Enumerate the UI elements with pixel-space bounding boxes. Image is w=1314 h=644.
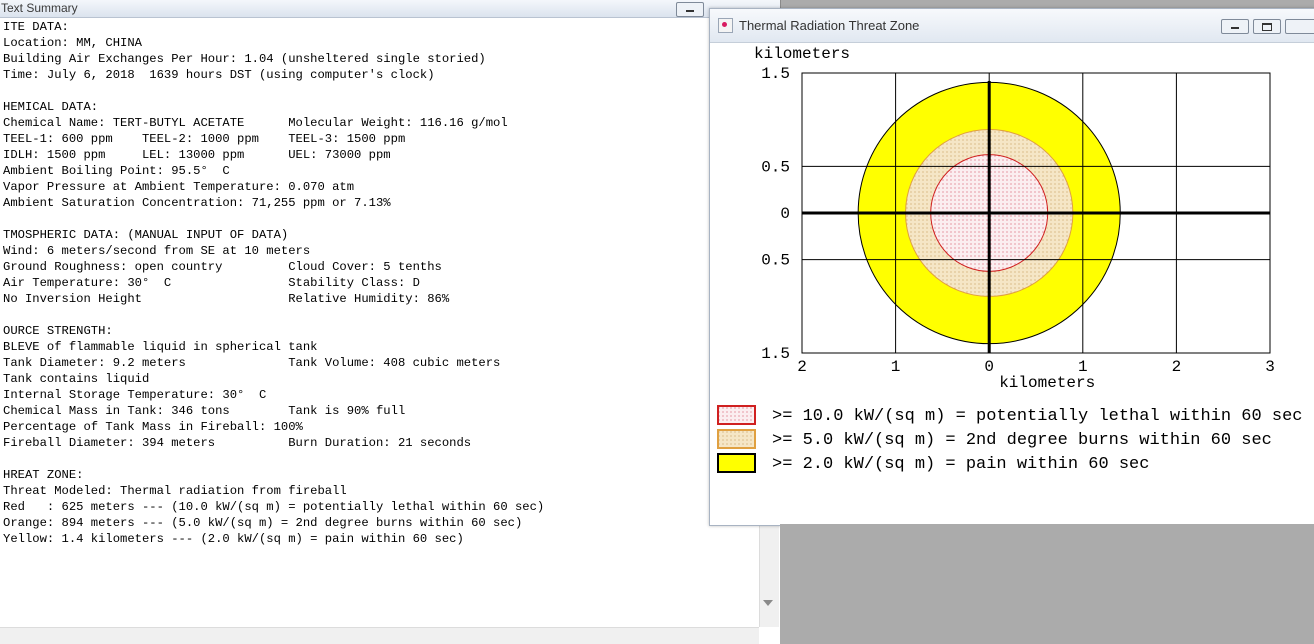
y-tick-label: 0 bbox=[780, 205, 790, 223]
app-icon bbox=[718, 18, 733, 33]
summary-line bbox=[3, 307, 759, 323]
legend-swatch bbox=[717, 405, 756, 425]
text-summary-title: Text Summary bbox=[1, 1, 78, 15]
minimize-button[interactable] bbox=[676, 2, 704, 17]
y-tick-label: 1.5 bbox=[761, 65, 790, 83]
legend-label: >= 2.0 kW/(sq m) = pain within 60 sec bbox=[772, 455, 1149, 474]
summary-line: Internal Storage Temperature: 30° C bbox=[3, 388, 267, 402]
text-summary-window[interactable]: Text Summary ITE DATA: Location: MM, CHIN… bbox=[0, 0, 781, 644]
scroll-down-arrow-icon[interactable] bbox=[763, 600, 773, 606]
summary-line: HREAT ZONE: bbox=[3, 468, 84, 482]
summary-line: BLEVE of flammable liquid in spherical t… bbox=[3, 340, 318, 354]
summary-line: Yellow: 1.4 kilometers --- (2.0 kW/(sq m… bbox=[3, 532, 464, 546]
summary-line: Time: July 6, 2018 1639 hours DST (using… bbox=[3, 68, 435, 82]
y-axis-label: kilometers bbox=[754, 45, 850, 63]
summary-line: Location: MM, CHINA bbox=[3, 36, 142, 50]
y-tick-label: 1.5 bbox=[761, 345, 790, 363]
x-tick-label: 1 bbox=[891, 358, 901, 376]
summary-line: Chemical Mass in Tank: 346 tons Tank is … bbox=[3, 404, 406, 418]
summary-line: Threat Modeled: Thermal radiation from f… bbox=[3, 484, 347, 498]
summary-line: Tank contains liquid bbox=[3, 372, 150, 386]
summary-line bbox=[3, 451, 759, 467]
threat-zone-plot-area: 2 1 0 1 2 3 1.5 0.5 0 0.5 1.5 kilometers kilometers >… bbox=[710, 43, 1314, 525]
y-tick-label: 0.5 bbox=[761, 252, 790, 270]
horizontal-scrollbar[interactable] bbox=[0, 627, 759, 644]
legend-label: >= 10.0 kW/(sq m) = potentially lethal w… bbox=[772, 407, 1303, 426]
summary-line bbox=[3, 211, 759, 227]
threat-zone-window[interactable]: Thermal Radiation Threat Zone 2 1 0 1 2 3 1.5 0… bbox=[709, 8, 1314, 526]
summary-line: Building Air Exchanges Per Hour: 1.04 (u… bbox=[3, 52, 486, 66]
legend-label: >= 5.0 kW/(sq m) = 2nd degree burns with… bbox=[772, 431, 1272, 450]
close-button[interactable] bbox=[1285, 19, 1314, 34]
summary-line: Orange: 894 meters --- (5.0 kW/(sq m) = … bbox=[3, 516, 523, 530]
summary-line bbox=[3, 83, 759, 99]
summary-line: Red : 625 meters --- (10.0 kW/(sq m) = p… bbox=[3, 500, 545, 514]
desktop-background bbox=[780, 524, 1314, 644]
x-axis-label: kilometers bbox=[999, 374, 1095, 392]
summary-line: Tank Diameter: 9.2 meters Tank Volume: 4… bbox=[3, 356, 501, 370]
summary-line: ITE DATA: bbox=[3, 20, 69, 34]
y-tick-label: 0.5 bbox=[761, 158, 790, 176]
summary-line: Wind: 6 meters/second from SE at 10 mete… bbox=[3, 244, 311, 258]
summary-line: TMOSPHERIC DATA: (MANUAL INPUT OF DATA) bbox=[3, 228, 289, 242]
summary-line: Fireball Diameter: 394 meters Burn Durat… bbox=[3, 436, 472, 450]
text-summary-titlebar[interactable]: Text Summary bbox=[0, 0, 780, 18]
threat-zone-titlebar[interactable]: Thermal Radiation Threat Zone bbox=[710, 9, 1314, 43]
summary-line: Chemical Name: TERT-BUTYL ACETATE Molecu… bbox=[3, 116, 508, 130]
threat-zone-title: Thermal Radiation Threat Zone bbox=[739, 18, 920, 33]
summary-line: Percentage of Tank Mass in Fireball: 100… bbox=[3, 420, 303, 434]
summary-line: TEEL-1: 600 ppm TEEL-2: 1000 ppm TEEL-3:… bbox=[3, 132, 406, 146]
summary-line: HEMICAL DATA: bbox=[3, 100, 99, 114]
summary-line: IDLH: 1500 ppm LEL: 13000 ppm UEL: 73000… bbox=[3, 148, 391, 162]
text-summary-content: ITE DATA: Location: MM, CHINA Building Air… bbox=[3, 19, 759, 619]
summary-line: No Inversion Height Relative Humidity: 8… bbox=[3, 292, 450, 306]
legend-swatch bbox=[717, 453, 756, 473]
threat-zone-chart: 2 1 0 1 2 31.50.500.51.5kilometerskilometers>… bbox=[717, 45, 1303, 474]
maximize-button[interactable] bbox=[1253, 19, 1281, 34]
summary-line: OURCE STRENGTH: bbox=[3, 324, 113, 338]
x-tick-label: 3 bbox=[1265, 358, 1275, 376]
minimize-button[interactable] bbox=[1221, 19, 1249, 34]
summary-line: Ambient Saturation Concentration: 71,255… bbox=[3, 196, 391, 210]
summary-line: Ambient Boiling Point: 95.5° C bbox=[3, 164, 230, 178]
x-tick-label: 0 bbox=[984, 358, 994, 376]
summary-line: Vapor Pressure at Ambient Temperature: 0… bbox=[3, 180, 355, 194]
summary-line: Air Temperature: 30° C Stability Class: … bbox=[3, 276, 420, 290]
summary-line: Ground Roughness: open country Cloud Cov… bbox=[3, 260, 442, 274]
x-tick-label: 2 bbox=[1172, 358, 1182, 376]
legend-swatch bbox=[717, 429, 756, 449]
x-tick-label: 2 bbox=[797, 358, 807, 376]
